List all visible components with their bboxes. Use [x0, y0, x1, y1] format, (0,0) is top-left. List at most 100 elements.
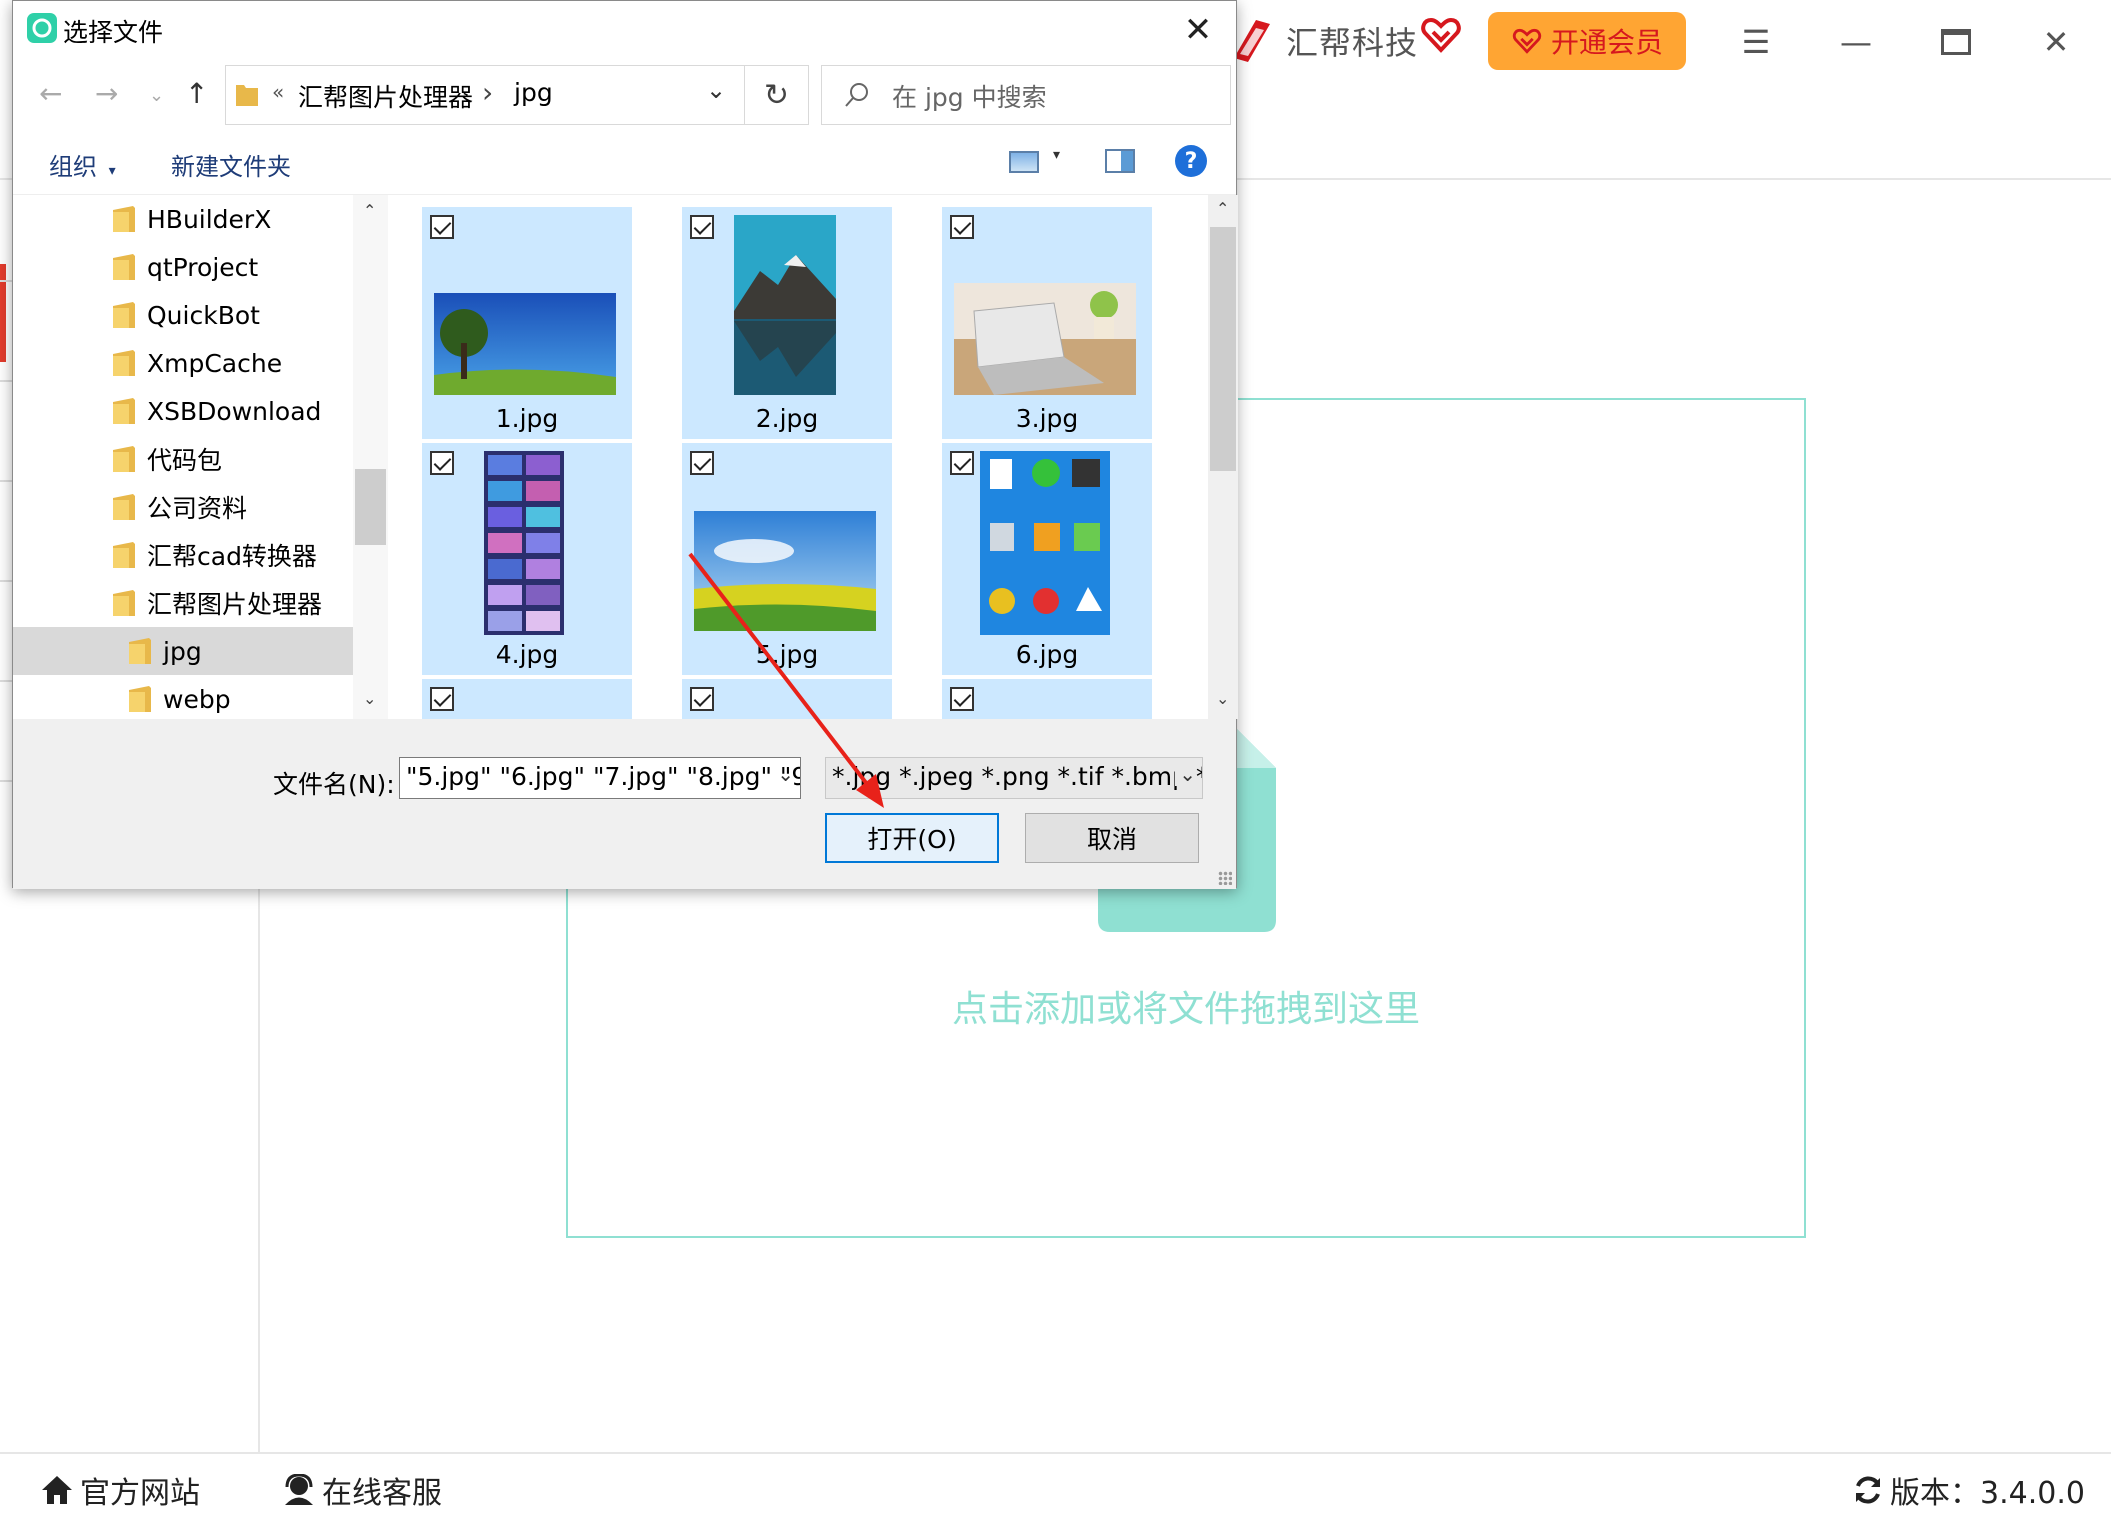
resize-grip-icon[interactable] [1218, 871, 1232, 885]
scroll-up-icon[interactable]: ⌃ [1216, 199, 1229, 218]
folder-icon [113, 254, 135, 280]
sidebar-divider [0, 680, 12, 682]
tree-scrollbar[interactable]: ⌃ ⌄ [353, 195, 388, 719]
file-checkbox[interactable] [950, 215, 974, 239]
scroll-thumb[interactable] [355, 469, 386, 545]
file-list-scrollbar[interactable]: ⌃ ⌄ [1208, 195, 1238, 719]
file-tile[interactable]: 6.jpg [942, 443, 1152, 675]
tree-item[interactable]: XSBDownload [13, 387, 353, 435]
tree-item[interactable]: XmpCache [13, 339, 353, 387]
file-list: 1.jpg 2.jpg 3.jpg 4.jpg 5.jpg 6.jpg ⌃ ⌄ [388, 195, 1238, 719]
breadcrumb-overflow[interactable]: « [272, 80, 284, 104]
command-bar: 组织 ▾ 新建文件夹 ▾ ? [13, 129, 1236, 195]
scroll-down-icon[interactable]: ⌄ [363, 689, 376, 708]
app-footer: 官方网站 在线客服 版本：3.4.0.0 [0, 1452, 2111, 1519]
app-logo-icon [27, 13, 57, 43]
cancel-button[interactable]: 取消 [1025, 813, 1199, 863]
folder-tree: HBuilderX qtProject QuickBot XmpCache XS… [13, 195, 388, 719]
tree-item[interactable]: 公司资料 [13, 483, 353, 531]
tree-item[interactable]: QuickBot [13, 291, 353, 339]
thumbnail-image [434, 293, 616, 395]
vip-button[interactable]: 开通会员 [1488, 12, 1686, 70]
thumbnail-image [484, 451, 564, 635]
file-name: 6.jpg [1015, 640, 1079, 669]
search-placeholder: 在 jpg 中搜索 [892, 83, 1047, 112]
tree-item[interactable]: 汇帮cad转换器 [13, 531, 353, 579]
view-icon[interactable] [1009, 151, 1039, 173]
folder-icon [129, 686, 151, 712]
thumbnail-image [980, 451, 1110, 635]
organize-menu[interactable]: 组织 ▾ [49, 147, 116, 182]
filename-input[interactable]: "5.jpg" "6.jpg" "7.jpg" "8.jpg" "9. ⌄ [399, 757, 801, 799]
file-tile[interactable] [942, 679, 1152, 719]
file-tile[interactable]: 1.jpg [422, 207, 632, 439]
tree-item[interactable]: 代码包 [13, 435, 353, 483]
file-tile[interactable] [682, 679, 892, 719]
minimize-icon[interactable]: — [1826, 18, 1886, 66]
filename-label: 文件名(N): [273, 770, 395, 799]
help-icon[interactable]: ? [1175, 145, 1207, 177]
version-info[interactable]: 版本：3.4.0.0 [1852, 1468, 2085, 1512]
file-checkbox[interactable] [950, 451, 974, 475]
scroll-thumb[interactable] [1210, 227, 1236, 471]
file-checkbox[interactable] [690, 687, 714, 711]
address-bar[interactable]: « 汇帮图片处理器 › jpg ⌄ [225, 65, 745, 125]
folder-icon [113, 446, 135, 472]
sidebar-divider [0, 480, 12, 482]
recent-dropdown-icon[interactable]: ⌄ [149, 85, 164, 106]
online-support-link[interactable]: 在线客服 [282, 1468, 442, 1512]
new-folder-button[interactable]: 新建文件夹 [171, 147, 291, 182]
sidebar-divider [0, 380, 12, 382]
back-arrow-icon[interactable]: ← [39, 77, 62, 110]
breadcrumb-parent[interactable]: 汇帮图片处理器 [298, 78, 473, 114]
tree-item-label: 公司资料 [147, 494, 248, 523]
tree-item-selected[interactable]: jpg [13, 627, 353, 675]
filetype-select[interactable]: *.jpg *.jpeg *.png *.tif *.bmp * ⌄ [825, 757, 1203, 799]
scroll-up-icon[interactable]: ⌃ [363, 201, 376, 220]
breadcrumb-current[interactable]: jpg [514, 78, 553, 107]
file-checkbox[interactable] [690, 215, 714, 239]
home-icon [42, 1476, 72, 1504]
app-close-icon[interactable]: ✕ [2026, 18, 2086, 66]
file-tile[interactable]: 4.jpg [422, 443, 632, 675]
file-tile[interactable]: 3.jpg [942, 207, 1152, 439]
chevron-down-icon[interactable]: ⌄ [777, 762, 794, 786]
file-checkbox[interactable] [430, 215, 454, 239]
tree-item[interactable]: HBuilderX [13, 195, 353, 243]
up-arrow-icon[interactable]: ↑ [185, 77, 208, 110]
file-name: 1.jpg [495, 404, 559, 433]
refresh-icon[interactable]: ↻ [745, 65, 809, 125]
tree-item-label: 汇帮cad转换器 [147, 542, 317, 571]
file-tile[interactable]: 5.jpg [682, 443, 892, 675]
chevron-down-icon[interactable]: ⌄ [1175, 762, 1196, 786]
folder-icon [113, 350, 135, 376]
maximize-icon[interactable] [1926, 18, 1986, 66]
tree-item[interactable]: webp [13, 675, 353, 723]
breadcrumb-separator[interactable]: › [482, 76, 493, 109]
forward-arrow-icon[interactable]: → [95, 77, 118, 110]
open-button[interactable]: 打开(O) [825, 813, 999, 863]
file-checkbox[interactable] [430, 451, 454, 475]
sync-icon [1856, 1476, 1880, 1504]
file-checkbox[interactable] [690, 451, 714, 475]
file-checkbox[interactable] [430, 687, 454, 711]
file-checkbox[interactable] [950, 687, 974, 711]
search-icon [845, 83, 868, 107]
folder-icon [236, 85, 258, 106]
file-tile[interactable] [422, 679, 632, 719]
file-name: 5.jpg [755, 640, 819, 669]
view-dropdown-icon[interactable]: ▾ [1053, 147, 1060, 163]
preview-pane-icon[interactable] [1105, 149, 1135, 173]
tree-item[interactable]: 汇帮图片处理器 [13, 579, 353, 627]
search-input[interactable]: 在 jpg 中搜索 [821, 65, 1231, 125]
thumbnail-image [954, 283, 1136, 395]
official-website-link[interactable]: 官方网站 [40, 1468, 200, 1512]
tree-item[interactable]: qtProject [13, 243, 353, 291]
menu-icon[interactable]: ☰ [1726, 18, 1786, 66]
file-tile[interactable]: 2.jpg [682, 207, 892, 439]
close-icon[interactable]: ✕ [1170, 7, 1226, 53]
file-name: 3.jpg [1015, 404, 1079, 433]
folder-icon [113, 542, 135, 568]
chevron-down-icon[interactable]: ⌄ [706, 76, 726, 104]
scroll-down-icon[interactable]: ⌄ [1216, 689, 1229, 708]
